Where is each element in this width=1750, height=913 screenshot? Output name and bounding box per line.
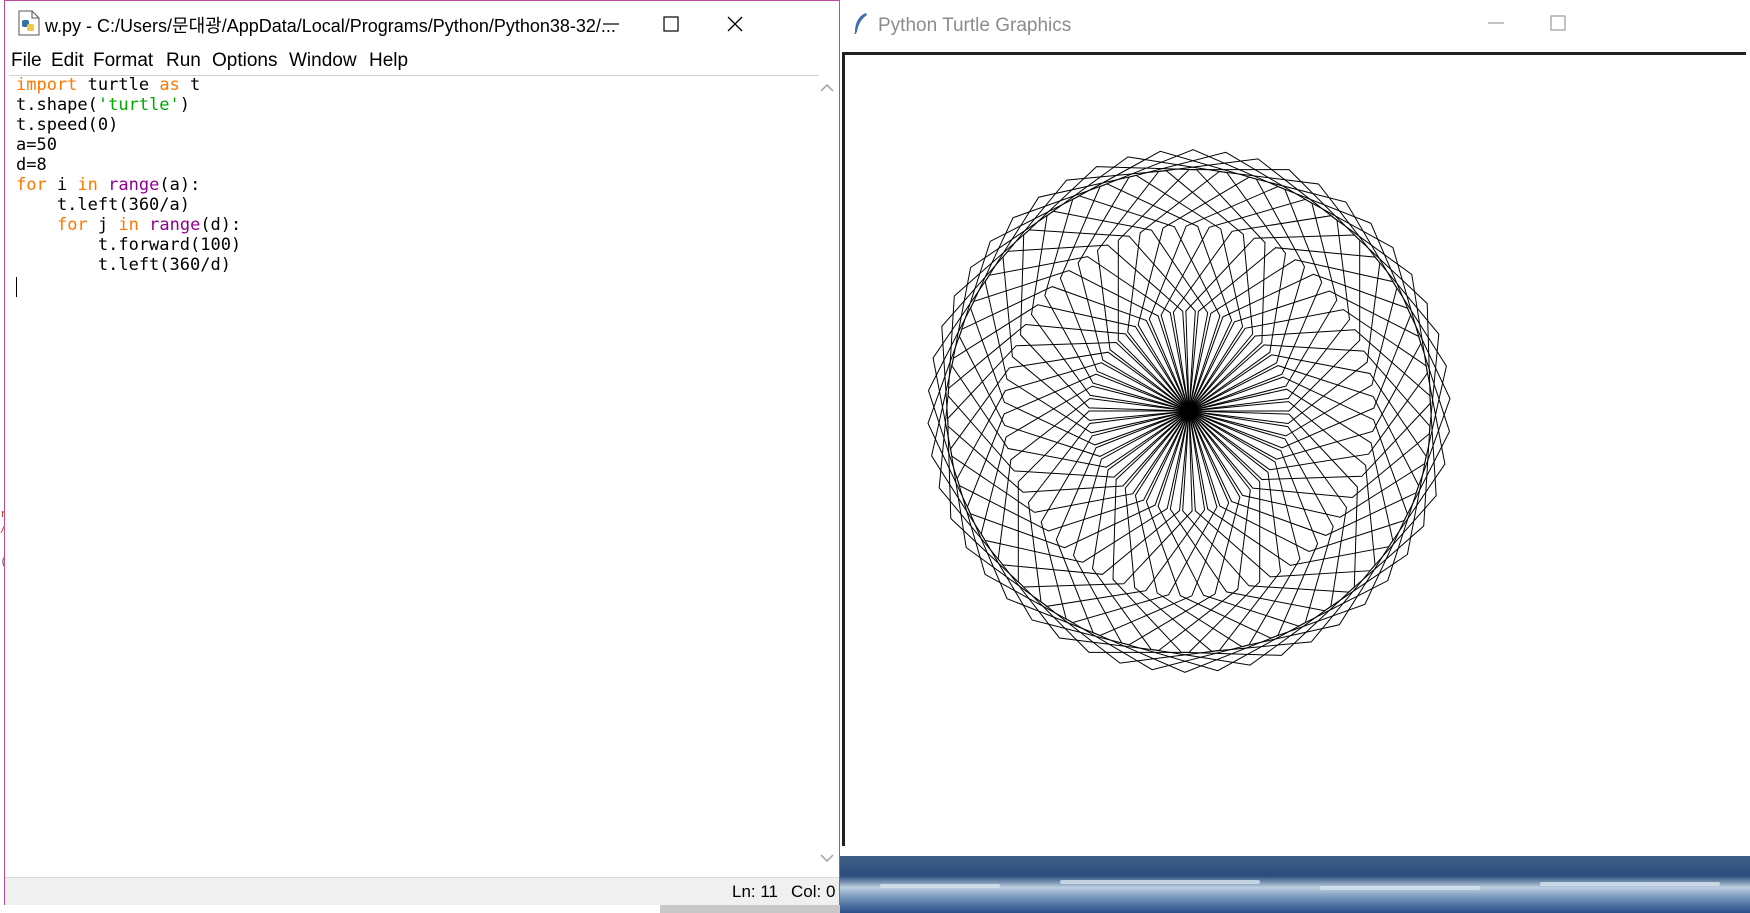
code-line: a=50 xyxy=(16,135,57,155)
code-line: t.speed(0) xyxy=(16,115,118,135)
menu-edit[interactable]: Edit xyxy=(51,50,84,72)
code-token: (d): xyxy=(200,215,242,235)
code-token: t.left(360/a) xyxy=(16,195,190,215)
code-token: d=8 xyxy=(16,155,47,175)
code-token: range xyxy=(149,215,201,235)
menu-run[interactable]: Run xyxy=(166,50,201,72)
code-token: in xyxy=(77,175,98,195)
octagon-stroke xyxy=(956,362,1218,624)
code-line: t.left(360/a) xyxy=(16,195,190,215)
scroll-up-arrow-icon[interactable] xyxy=(819,82,835,94)
minimize-icon xyxy=(1488,22,1504,24)
turtle-titlebar[interactable]: Python Turtle Graphics xyxy=(840,0,1750,46)
vertical-scrollbar[interactable] xyxy=(817,76,837,877)
turtle-maximize-button[interactable] xyxy=(1528,0,1588,46)
code-token: range xyxy=(108,175,160,195)
idle-editor-window: w.py - C:/Users/문대광/AppData/Local/Progra… xyxy=(4,0,840,905)
maximize-button[interactable] xyxy=(641,1,701,47)
menu-help[interactable]: Help xyxy=(369,50,408,72)
minimize-button[interactable] xyxy=(581,1,641,47)
code-token: a=50 xyxy=(16,135,57,155)
scroll-down-arrow-icon[interactable] xyxy=(819,852,835,864)
code-token: (a): xyxy=(159,175,201,195)
code-line: t.forward(100) xyxy=(16,235,241,255)
maximize-icon xyxy=(663,16,679,32)
code-line: t.shape('turtle') xyxy=(16,95,190,115)
wallpaper-wave xyxy=(1060,880,1260,884)
code-token: t.speed(0) xyxy=(16,115,119,135)
code-line: import turtle as t xyxy=(16,75,200,95)
menu-format[interactable]: Format xyxy=(93,50,153,72)
code-editor[interactable]: import turtle as t t.shape('turtle') t.spe… xyxy=(9,75,817,877)
code-token: as xyxy=(159,75,180,95)
python-file-icon xyxy=(18,10,40,36)
code-token: t xyxy=(179,75,201,95)
wallpaper-wave xyxy=(1320,886,1480,890)
code-token: import xyxy=(16,75,78,95)
menu-window[interactable]: Window xyxy=(289,50,357,72)
desktop-wallpaper xyxy=(840,856,1750,913)
close-icon xyxy=(727,16,743,32)
code-token: for xyxy=(16,175,47,195)
octagon-stroke xyxy=(1160,198,1422,460)
code-token: t.forward(100) xyxy=(16,235,242,255)
code-line: t.left(360/d) xyxy=(16,255,231,275)
octagon-stroke xyxy=(1030,156,1287,412)
code-token: for xyxy=(56,215,88,235)
menu-file[interactable]: File xyxy=(11,50,42,72)
code-token: 'turtle' xyxy=(97,95,180,115)
status-bar: Ln: 11 Col: 0 xyxy=(5,877,839,905)
code-token: t.left(360/d) xyxy=(16,255,231,275)
menu-bar: File Edit Format Run Options Window Help xyxy=(5,47,839,75)
maximize-icon xyxy=(1550,15,1566,31)
code-token: ) xyxy=(179,95,191,115)
turtle-canvas[interactable] xyxy=(842,52,1746,846)
line-number-status: Ln: 11 xyxy=(732,882,779,901)
column-number-status: Col: 0 xyxy=(791,882,836,901)
code-token: in xyxy=(118,215,139,235)
close-button[interactable] xyxy=(705,1,765,47)
text-caret xyxy=(16,277,17,297)
turtle-window-title: Python Turtle Graphics xyxy=(878,15,1072,36)
turtle-drawing xyxy=(927,149,1451,673)
code-line: d=8 xyxy=(16,155,47,175)
turtle-graphics-window: Python Turtle Graphics xyxy=(840,0,1750,860)
editor-titlebar[interactable]: w.py - C:/Users/문대광/AppData/Local/Progra… xyxy=(5,1,839,47)
code-token: j xyxy=(87,215,119,235)
code-token: i xyxy=(46,175,78,195)
code-line: for j in range(d): xyxy=(16,215,241,235)
octagon-stroke xyxy=(1091,410,1348,666)
wallpaper-wave xyxy=(880,884,1000,888)
code-token: turtle xyxy=(77,75,160,95)
minimize-icon xyxy=(603,23,619,25)
tk-feather-icon xyxy=(854,13,867,34)
menu-options[interactable]: Options xyxy=(212,50,277,72)
window-title: w.py - C:/Users/문대광/AppData/Local/Progra… xyxy=(45,16,616,36)
code-token: t.shape( xyxy=(16,95,98,115)
turtle-minimize-button[interactable] xyxy=(1466,0,1526,46)
taskbar-sliver xyxy=(660,905,840,913)
wallpaper-wave xyxy=(1540,882,1720,886)
code-line: for i in range(a): xyxy=(16,175,200,195)
